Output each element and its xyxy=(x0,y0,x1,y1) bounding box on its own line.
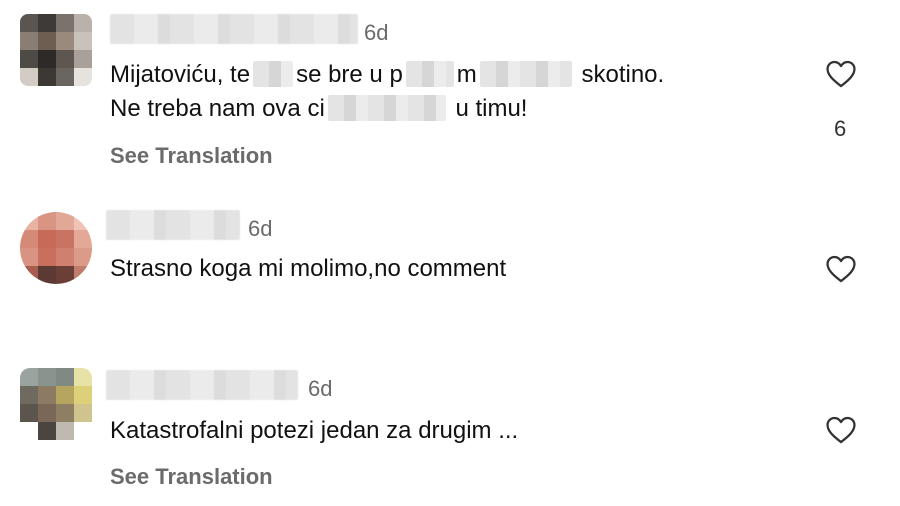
comment-text-part: u timu! xyxy=(455,95,528,122)
heart-outline-icon[interactable] xyxy=(822,413,860,447)
censored-word xyxy=(327,95,446,121)
comment-text: Mijatoviću, te se bre u p m skotino. xyxy=(110,58,664,92)
comment-text-part: m xyxy=(456,61,477,88)
username-redacted[interactable] xyxy=(106,370,298,400)
comment-text: Katastrofalni potezi jedan za drugim ... xyxy=(110,417,519,444)
censored-word xyxy=(253,61,294,87)
comment-text-part: se bre u p xyxy=(296,61,403,88)
comment-time: 6d xyxy=(364,20,389,45)
comment-text: Ne treba nam ova ci u timu! xyxy=(110,92,527,126)
comment-text: Strasno koga mi molimo,no comment xyxy=(110,255,507,282)
username-redacted[interactable] xyxy=(106,210,240,240)
comment-text-part: Mijatoviću, te xyxy=(110,61,251,88)
avatar[interactable] xyxy=(20,14,92,86)
username-redacted[interactable] xyxy=(110,14,358,44)
avatar[interactable] xyxy=(20,368,92,440)
avatar[interactable] xyxy=(20,212,92,284)
like-count[interactable]: 6 xyxy=(834,116,846,142)
censored-word xyxy=(479,61,572,87)
comment-time: 6d xyxy=(308,376,333,401)
comment-text-part: skotino. xyxy=(581,61,665,88)
comment-text-part: Ne treba nam ova ci xyxy=(110,95,325,122)
comment-time: 6d xyxy=(248,216,273,241)
see-translation-link[interactable]: See Translation xyxy=(110,143,273,169)
heart-outline-icon[interactable] xyxy=(822,252,860,286)
censored-word xyxy=(405,61,454,87)
see-translation-link[interactable]: See Translation xyxy=(110,464,273,490)
heart-outline-icon[interactable] xyxy=(822,57,860,91)
